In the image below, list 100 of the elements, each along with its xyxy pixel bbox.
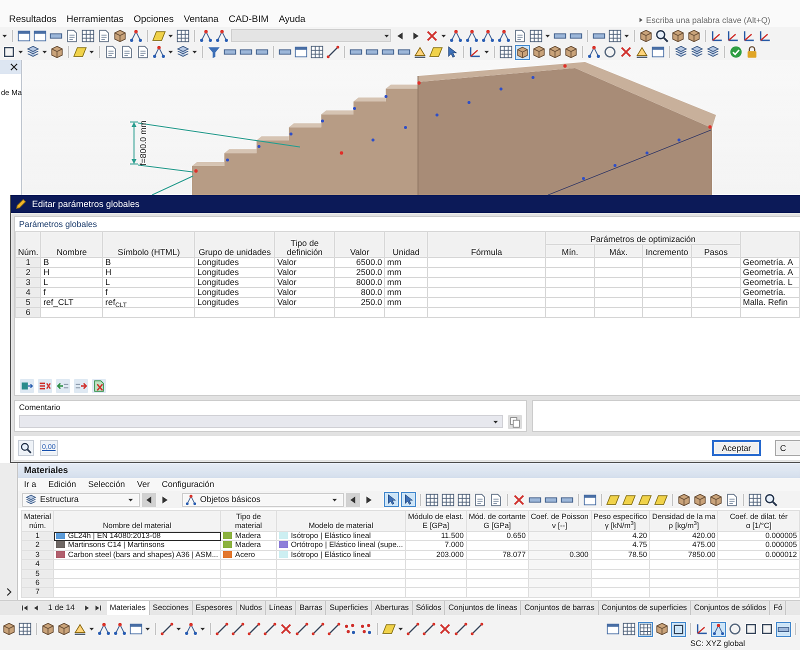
cross-icon[interactable] [425,28,439,42]
last-page-icon[interactable] [92,603,103,613]
axes-icon[interactable] [742,28,756,42]
line-icon[interactable] [231,622,245,636]
node-icon[interactable] [449,28,463,42]
menu-item[interactable]: CAD-BIM [224,14,274,26]
document-icon[interactable] [136,45,150,59]
cross-icon[interactable] [438,622,452,636]
cross-icon[interactable] [512,492,526,506]
node-icon[interactable] [152,45,166,59]
window-icon[interactable] [583,492,597,506]
cube-icon[interactable] [532,45,546,59]
grid-icon[interactable] [81,28,95,42]
cube-icon[interactable] [57,622,71,636]
layers-icon[interactable] [674,45,688,59]
cube-icon[interactable] [548,45,562,59]
line-icon[interactable] [295,622,309,636]
menu-item[interactable]: Ventana [178,14,224,26]
window-icon[interactable] [294,45,308,59]
grid-icon[interactable] [608,28,622,42]
grid-icon[interactable] [176,28,190,42]
ring-icon[interactable] [603,45,617,59]
line-icon[interactable] [247,622,261,636]
document-icon[interactable] [120,45,134,59]
window-icon[interactable] [606,622,620,636]
layers-icon[interactable] [26,45,40,59]
toggle-button[interactable] [384,492,399,507]
page-cross-icon[interactable] [92,379,106,393]
axes-icon[interactable] [468,45,482,59]
previous-icon[interactable] [346,492,360,506]
cross-icon[interactable] [619,45,633,59]
line-icon[interactable] [454,622,468,636]
line-icon[interactable] [406,622,420,636]
menu-item[interactable]: Edición [48,479,76,490]
window-icon[interactable] [129,622,143,636]
search-button[interactable] [18,440,34,456]
grid-icon[interactable] [529,28,543,42]
dialog-button[interactable]: C [775,440,800,456]
window-icon[interactable] [651,45,665,59]
triangle-icon[interactable] [413,45,427,59]
square-icon[interactable] [2,45,16,59]
cube-icon[interactable] [113,28,127,42]
ring-icon[interactable] [728,622,742,636]
node-icon[interactable] [113,622,127,636]
pages-icon[interactable] [508,414,522,429]
toggle-button[interactable] [638,622,653,636]
menu-item[interactable]: Configuración [162,479,214,490]
grid-icon[interactable] [457,492,471,506]
document-icon[interactable] [725,492,739,506]
triangle-icon[interactable] [73,622,87,636]
line-icon[interactable] [327,622,341,636]
cube-icon[interactable] [41,622,55,636]
document-icon[interactable] [65,28,79,42]
menu-item[interactable]: Ir a [24,479,36,490]
layers-icon[interactable] [706,45,720,59]
cube-icon[interactable] [639,28,653,42]
cursor-icon[interactable] [445,45,459,59]
menu-item[interactable]: Ver [137,479,150,490]
previous-icon[interactable] [142,492,156,506]
menu-item[interactable]: Ayuda [274,14,310,26]
square-icon[interactable] [760,622,774,636]
axes-icon[interactable] [758,28,772,42]
cube-icon[interactable] [564,45,578,59]
line-icon[interactable] [470,622,484,636]
toggle-button[interactable] [401,492,416,507]
search-field[interactable]: Escriba una palabra clave (Alt+Q) [646,14,798,26]
node-icon[interactable] [481,28,495,42]
dropdown[interactable]: Objetos básicos [182,492,344,506]
points-icon[interactable] [359,622,373,636]
cross-icon[interactable] [279,622,293,636]
menu-item[interactable]: Opciones [128,14,179,26]
line-icon[interactable] [215,622,229,636]
lock-icon[interactable] [745,45,759,59]
grid-icon[interactable] [18,622,32,636]
menu-item[interactable]: Selección [88,479,126,490]
line-icon[interactable] [263,622,277,636]
grid-icon[interactable] [499,45,513,59]
toggle-button[interactable] [776,622,791,636]
grid-icon[interactable] [441,492,455,506]
triangle-icon[interactable] [635,45,649,59]
cube-icon[interactable] [50,45,64,59]
arrow-right-icon[interactable] [74,379,88,393]
cube-icon[interactable] [693,492,707,506]
cube-icon[interactable] [709,492,723,506]
comment-field[interactable] [19,415,503,428]
cube-icon[interactable] [655,622,669,636]
node-icon[interactable] [199,28,213,42]
document-icon[interactable] [513,28,527,42]
toggle-button[interactable] [711,622,726,636]
document-icon[interactable] [489,492,503,506]
line-icon[interactable] [311,622,325,636]
layers-icon[interactable] [690,45,704,59]
square-icon[interactable] [744,622,758,636]
cube-icon[interactable] [677,492,691,506]
toggle-button[interactable] [671,622,686,636]
cube-icon[interactable] [687,28,701,42]
close-icon[interactable] [9,62,19,72]
menu-item[interactable]: Herramientas [62,14,129,26]
line-icon[interactable] [160,622,174,636]
document-icon[interactable] [97,28,111,42]
